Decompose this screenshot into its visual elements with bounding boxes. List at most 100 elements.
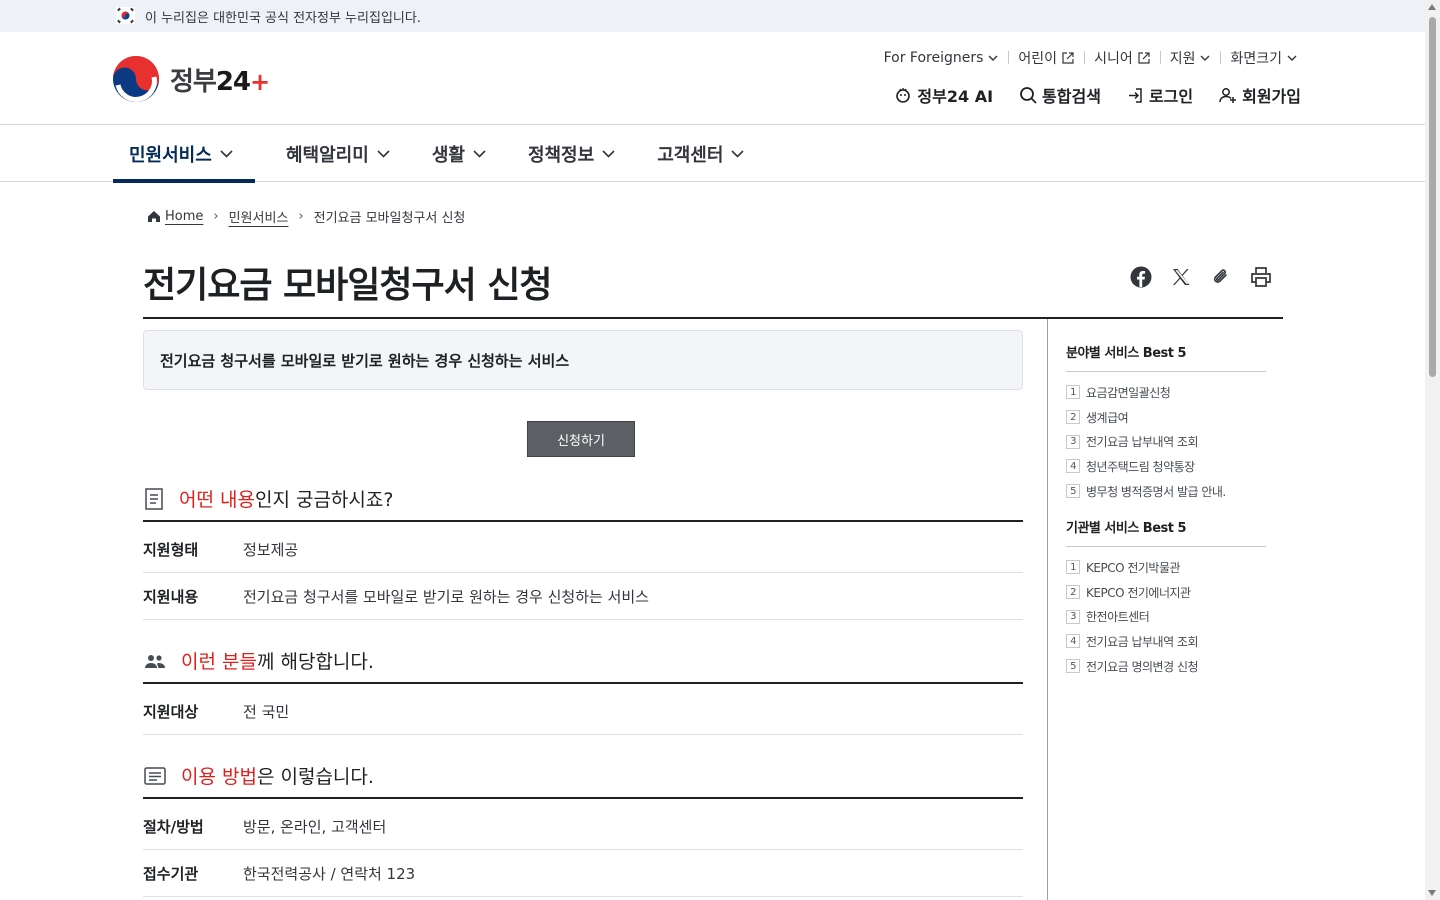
summary-text: 전기요금 청구서를 모바일로 받기로 원하는 경우 신청하는 서비스 — [160, 351, 570, 370]
utility-links: For Foreigners 어린이 시니어 지원 화면크기 — [874, 48, 1307, 68]
info-key: 접수기관 — [143, 864, 199, 883]
nav-label: 정책정보 — [527, 145, 595, 166]
breadcrumb-separator: › — [213, 209, 219, 224]
share-tools — [1128, 264, 1288, 290]
section-divider — [143, 520, 1023, 522]
gov-banner: 이 누리집은 대한민국 공식 전자정부 누리집입니다. — [0, 0, 1425, 32]
ai-label: 정부24 AI — [917, 87, 994, 106]
nav-item-customer-center[interactable]: 고객센터 — [641, 126, 760, 182]
section-title-rest: 께 해당합니다. — [256, 651, 374, 673]
org-best-title: 기관별 서비스 Best 5 — [1066, 517, 1266, 547]
login-button[interactable]: 로그인 — [1127, 83, 1193, 107]
utility-foreigners[interactable]: For Foreigners — [874, 50, 1009, 66]
section-divider — [143, 682, 1023, 684]
info-row: 지원대상 전 국민 — [143, 688, 1023, 735]
list-item[interactable]: 5 병무청 병적증명서 발급 안내. — [1066, 479, 1266, 504]
people-icon — [145, 654, 165, 668]
breadcrumb-level1[interactable]: 민원서비스 — [229, 207, 289, 226]
chevron-down-icon — [731, 150, 745, 158]
section-title-rest: 인지 궁금하시죠? — [254, 489, 394, 511]
facebook-share-button[interactable] — [1128, 264, 1154, 290]
section-divider — [143, 797, 1023, 799]
list-item-label: 청년주택드림 청약통장 — [1086, 459, 1195, 474]
facebook-icon — [1130, 266, 1152, 288]
list-item[interactable]: 1 KEPCO 전기박물관 — [1066, 555, 1266, 580]
utility-label: 화면크기 — [1230, 51, 1282, 67]
list-item[interactable]: 4 청년주택드림 청약통장 — [1066, 454, 1266, 479]
logo-plus: + — [250, 67, 270, 96]
info-row: 접수기관 한국전력공사 / 연락처 123 — [143, 850, 1023, 897]
info-key: 절차/방법 — [143, 817, 204, 836]
ai-button[interactable]: 정부24 AI — [894, 83, 993, 107]
list-item[interactable]: 1 요금감면일괄신청 — [1066, 380, 1266, 405]
utility-children[interactable]: 어린이 — [1008, 48, 1084, 68]
chevron-down-icon — [220, 150, 233, 158]
scroll-down-arrow-icon[interactable] — [1428, 890, 1436, 896]
chevron-down-icon — [473, 150, 486, 158]
apply-button[interactable]: 신청하기 — [527, 421, 635, 457]
info-key: 지원형태 — [143, 540, 199, 559]
list-item[interactable]: 2 생계급여 — [1066, 405, 1266, 430]
list-item-label: 전기요금 납부내역 조회 — [1086, 634, 1199, 649]
nav-item-policy[interactable]: 정책정보 — [512, 126, 631, 182]
external-link-icon — [1138, 52, 1150, 64]
utility-support[interactable]: 지원 — [1159, 48, 1221, 68]
signup-label: 회원가입 — [1242, 87, 1301, 106]
service-summary: 전기요금 청구서를 모바일로 받기로 원하는 경우 신청하는 서비스 — [143, 330, 1023, 390]
site-header: 정부24+ For Foreigners 어린이 시니어 지원 화면크기 정부2… — [0, 32, 1425, 125]
utility-label: 시니어 — [1094, 51, 1133, 67]
sidebar-divider — [1047, 319, 1048, 900]
list-item-label: 전기요금 명의변경 신청 — [1086, 659, 1199, 674]
utility-senior[interactable]: 시니어 — [1084, 48, 1160, 68]
x-logo-icon — [1173, 269, 1190, 285]
section-highlight: 이런 분들 — [181, 651, 257, 673]
rank-number: 5 — [1066, 484, 1080, 499]
nav-item-civil-service[interactable]: 민원서비스 — [113, 126, 255, 183]
copy-link-button[interactable] — [1208, 264, 1234, 290]
site-logo[interactable]: 정부24+ — [112, 54, 270, 104]
list-item-label: 병무청 병적증명서 발급 안내. — [1086, 484, 1226, 499]
main-navigation: 민원서비스 혜택알리미 생활 정책정보 고객센터 — [0, 126, 1425, 183]
scroll-up-arrow-icon[interactable] — [1428, 4, 1436, 10]
scrollbar-thumb[interactable] — [1429, 17, 1436, 377]
external-link-icon — [1062, 52, 1074, 64]
search-button[interactable]: 통합검색 — [1019, 83, 1101, 107]
info-value: 정보제공 — [243, 540, 299, 559]
info-key: 지원대상 — [143, 702, 199, 721]
print-button[interactable] — [1248, 264, 1274, 290]
info-value: 방문, 온라인, 고객센터 — [243, 817, 387, 836]
vertical-scrollbar[interactable] — [1425, 0, 1440, 900]
rank-number: 1 — [1066, 560, 1080, 575]
info-value: 전기요금 청구서를 모바일로 받기로 원하는 경우 신청하는 서비스 — [243, 587, 649, 606]
gov-banner-text: 이 누리집은 대한민국 공식 전자정부 누리집입니다. — [145, 11, 421, 26]
list-item[interactable]: 5 전기요금 명의변경 신청 — [1066, 654, 1266, 679]
breadcrumb-separator: › — [298, 209, 304, 224]
list-item[interactable]: 2 KEPCO 전기에너지관 — [1066, 580, 1266, 605]
chevron-down-icon — [602, 150, 615, 158]
document-icon — [145, 487, 163, 510]
breadcrumb-home[interactable]: Home — [165, 209, 203, 224]
list-item[interactable]: 3 전기요금 납부내역 조회 — [1066, 429, 1266, 454]
page-title: 전기요금 모바일청구서 신청 — [143, 265, 553, 306]
rank-number: 2 — [1066, 585, 1080, 600]
rank-number: 3 — [1066, 434, 1080, 449]
list-item[interactable]: 4 전기요금 납부내역 조회 — [1066, 629, 1266, 654]
field-best-services: 분야별 서비스 Best 5 1 요금감면일괄신청 2 생계급여 3 전기요금 납부내… — [1066, 342, 1266, 503]
x-share-button[interactable] — [1168, 264, 1194, 290]
nav-item-life[interactable]: 생활 — [416, 126, 502, 182]
org-best-services: 기관별 서비스 Best 5 1 KEPCO 전기박물관 2 KEPCO 전기에너지… — [1066, 517, 1266, 678]
signup-button[interactable]: 회원가입 — [1219, 83, 1301, 107]
section-target-heading: 이런 분들 께 해당합니다. — [143, 647, 374, 674]
nav-item-benefits[interactable]: 혜택알리미 — [270, 126, 406, 182]
info-row: 지원형태 정보제공 — [143, 526, 1023, 573]
paperclip-icon — [1213, 269, 1227, 283]
search-label: 통합검색 — [1042, 87, 1101, 106]
logo-text: 정부24+ — [170, 61, 270, 98]
list-item[interactable]: 3 한전아트센터 — [1066, 604, 1266, 629]
login-label: 로그인 — [1148, 87, 1194, 106]
utility-screen-size[interactable]: 화면크기 — [1220, 48, 1307, 68]
section-highlight: 이용 방법 — [181, 766, 257, 788]
rank-number: 5 — [1066, 659, 1080, 674]
list-item-label: 생계급여 — [1086, 410, 1129, 425]
utility-label: 지원 — [1169, 51, 1196, 67]
